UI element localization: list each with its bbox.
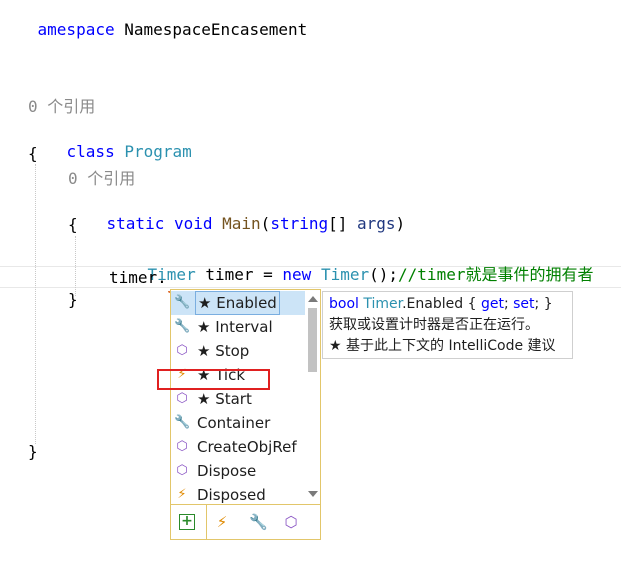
references-codelens[interactable]: 0 个引用 bbox=[68, 168, 135, 190]
completion-item-dispose[interactable]: ⬡ Dispose bbox=[171, 459, 305, 483]
completion-scrollbar[interactable] bbox=[305, 290, 320, 504]
string-keyword: string bbox=[270, 214, 329, 233]
wrench-icon: 🔧 bbox=[174, 295, 191, 310]
signature-separator: ; bbox=[503, 296, 514, 312]
completion-item-label: ★ Enabled bbox=[195, 291, 280, 315]
signature-set: set bbox=[513, 296, 535, 312]
wrench-icon: 🔧 bbox=[174, 415, 191, 430]
signature-end: ; } bbox=[534, 296, 553, 312]
completion-item-label: Container bbox=[197, 414, 271, 432]
cube-icon[interactable]: ⬡ bbox=[282, 513, 300, 531]
class-name: Program bbox=[124, 142, 192, 161]
code-comment: //timer就是事件的拥有者 bbox=[398, 265, 594, 284]
param-name: args bbox=[357, 214, 396, 233]
tooltip-signature: bool Timer.Enabled { get; set; } bbox=[329, 294, 553, 314]
timer-access-line[interactable]: timer. bbox=[109, 267, 167, 289]
completion-item-start[interactable]: ⬡ ★ Start bbox=[171, 387, 305, 411]
signature-member: .Enabled { bbox=[402, 296, 481, 312]
completion-item-label: ★ Start bbox=[197, 390, 252, 408]
references-codelens[interactable]: 0 个引用 bbox=[28, 96, 95, 118]
void-keyword: void bbox=[173, 214, 213, 233]
completion-item-label: ★ Stop bbox=[197, 342, 250, 360]
tooltip-intellicode: ★ 基于此上下文的 IntelliCode 建议 bbox=[329, 338, 556, 354]
bolt-icon[interactable]: ⚡ bbox=[213, 513, 231, 531]
paren-open: ( bbox=[260, 214, 271, 233]
scroll-down-arrow-icon[interactable] bbox=[308, 491, 318, 497]
indent-guide bbox=[35, 164, 36, 444]
completion-item-enabled[interactable]: 🔧 ★ Enabled bbox=[171, 291, 305, 315]
namespace-line[interactable]: amespace NamespaceEncasement bbox=[0, 0, 308, 63]
scroll-thumb[interactable] bbox=[308, 308, 317, 372]
namespace-keyword: amespace bbox=[37, 20, 115, 39]
cube-icon: ⬡ bbox=[176, 439, 188, 454]
completion-filter-bar: + ⚡ 🔧 ⬡ bbox=[171, 504, 320, 539]
intellisense-completion-list[interactable]: 🔧 ★ Enabled 🔧 ★ Interval ⬡ ★ Stop ⚡ ★ Ti… bbox=[170, 289, 321, 540]
method-open-brace: { bbox=[68, 215, 78, 234]
cube-icon: ⬡ bbox=[176, 343, 188, 358]
add-filter-icon[interactable]: + bbox=[179, 514, 195, 530]
wrench-icon: 🔧 bbox=[174, 319, 191, 334]
red-annotation-box bbox=[157, 369, 270, 390]
quick-info-tooltip: bool Timer.Enabled { get; set; } 获取或设置计时… bbox=[322, 291, 573, 359]
completion-item-container[interactable]: 🔧 Container bbox=[171, 411, 305, 435]
paren-close: ) bbox=[395, 214, 406, 233]
namespace-name: NamespaceEncasement bbox=[114, 20, 308, 39]
scroll-up-arrow-icon[interactable] bbox=[308, 296, 318, 302]
signature-class: Timer bbox=[363, 296, 403, 312]
method-close-brace: } bbox=[68, 290, 78, 309]
completion-item-label: Dispose bbox=[197, 462, 257, 480]
ctor-punct: (); bbox=[369, 265, 399, 284]
filter-divider bbox=[206, 505, 207, 539]
array-brackets: [] bbox=[328, 214, 358, 233]
signature-get: get bbox=[480, 296, 504, 312]
class-keyword: class bbox=[66, 142, 115, 161]
class-open-brace: { bbox=[28, 144, 38, 163]
wrench-icon[interactable]: 🔧 bbox=[249, 513, 268, 531]
signature-type-keyword: bool bbox=[329, 296, 359, 312]
new-keyword: new bbox=[282, 265, 312, 284]
completion-item-label: ★ Interval bbox=[197, 318, 273, 336]
timer-ctor: Timer bbox=[320, 265, 370, 284]
method-name: Main bbox=[222, 214, 261, 233]
completion-item-label: CreateObjRef bbox=[197, 438, 297, 456]
static-keyword: static bbox=[106, 214, 165, 233]
completion-item-stop[interactable]: ⬡ ★ Stop bbox=[171, 339, 305, 363]
completion-item-createobjref[interactable]: ⬡ CreateObjRef bbox=[171, 435, 305, 459]
tooltip-description: 获取或设置计时器是否正在运行。 bbox=[329, 317, 539, 333]
completion-item-interval[interactable]: 🔧 ★ Interval bbox=[171, 315, 305, 339]
timer-var: timer = bbox=[195, 265, 283, 284]
class-close-brace: } bbox=[28, 442, 38, 461]
cube-icon: ⬡ bbox=[176, 463, 188, 478]
cube-icon: ⬡ bbox=[176, 391, 188, 406]
bolt-icon: ⚡ bbox=[177, 487, 187, 502]
